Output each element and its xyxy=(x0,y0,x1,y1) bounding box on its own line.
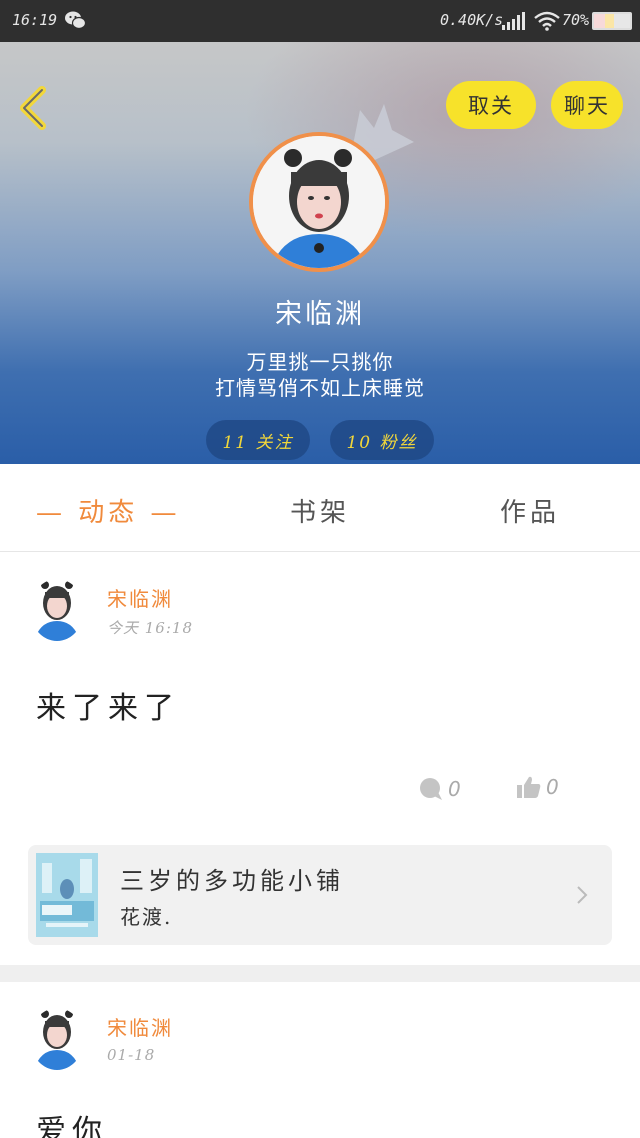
unfollow-button[interactable]: 取关 xyxy=(446,81,536,129)
signal-icon xyxy=(502,12,525,30)
tab-bookshelf[interactable]: 书架 xyxy=(290,492,350,529)
tab-works[interactable]: 作品 xyxy=(500,492,560,529)
post-content: 爱你 xyxy=(36,1114,108,1138)
avatar[interactable] xyxy=(30,579,84,641)
bio-line-2: 打情骂俏不如上床睡觉 xyxy=(215,376,425,400)
following-count[interactable]: 11 关注 xyxy=(206,420,310,460)
post-time: 今天 16:18 xyxy=(107,619,193,637)
user-name: 宋临渊 xyxy=(275,299,365,330)
wechat-icon xyxy=(65,11,86,30)
book-card[interactable]: 三岁的多功能小铺 花渡. xyxy=(28,845,612,945)
book-author: 花渡. xyxy=(120,905,173,929)
status-time: 16:19 xyxy=(12,11,58,29)
tab-feed[interactable]: — 动态 — xyxy=(36,492,181,529)
like-count: 0 xyxy=(546,775,559,799)
fans-count[interactable]: 10 粉丝 xyxy=(330,420,434,460)
bio-line-1: 万里挑一只挑你 xyxy=(246,350,394,374)
comment-icon xyxy=(420,778,442,800)
book-title: 三岁的多功能小铺 xyxy=(120,867,344,895)
battery-icon xyxy=(592,12,632,30)
like-button[interactable]: 0 xyxy=(516,775,559,799)
back-button[interactable] xyxy=(16,86,50,130)
chevron-right-icon xyxy=(577,886,588,904)
wifi-icon xyxy=(534,11,560,31)
list-item[interactable]: 宋临渊 01-18 爱你 xyxy=(0,982,640,1138)
comment-button[interactable]: 0 xyxy=(418,777,461,801)
battery-percent: 70% xyxy=(562,11,590,29)
post-time: 01-18 xyxy=(107,1046,156,1064)
status-bar: 16:19 0.40K/s 70% xyxy=(0,0,640,42)
tab-bar: — 动态 — 书架 作品 xyxy=(0,464,640,552)
avatar[interactable] xyxy=(30,1008,84,1070)
post-divider xyxy=(0,965,640,982)
post-author[interactable]: 宋临渊 xyxy=(107,1012,173,1041)
profile-header: 取关 聊天 宋临渊 万里挑一只挑你 打情骂俏不如上床睡觉 11 关注 10 粉丝 xyxy=(0,42,640,464)
post-content: 来了来了 xyxy=(36,691,180,726)
book-cover xyxy=(36,853,98,937)
network-speed: 0.40K/s xyxy=(440,11,504,29)
list-item[interactable]: 宋临渊 今天 16:18 来了来了 0 0 三岁的多功能小铺 花渡. xyxy=(0,553,640,965)
thumbs-up-icon xyxy=(517,776,541,798)
comment-count: 0 xyxy=(448,777,461,801)
profile-avatar[interactable] xyxy=(249,132,389,272)
post-author[interactable]: 宋临渊 xyxy=(107,583,173,612)
chat-button[interactable]: 聊天 xyxy=(551,81,623,129)
